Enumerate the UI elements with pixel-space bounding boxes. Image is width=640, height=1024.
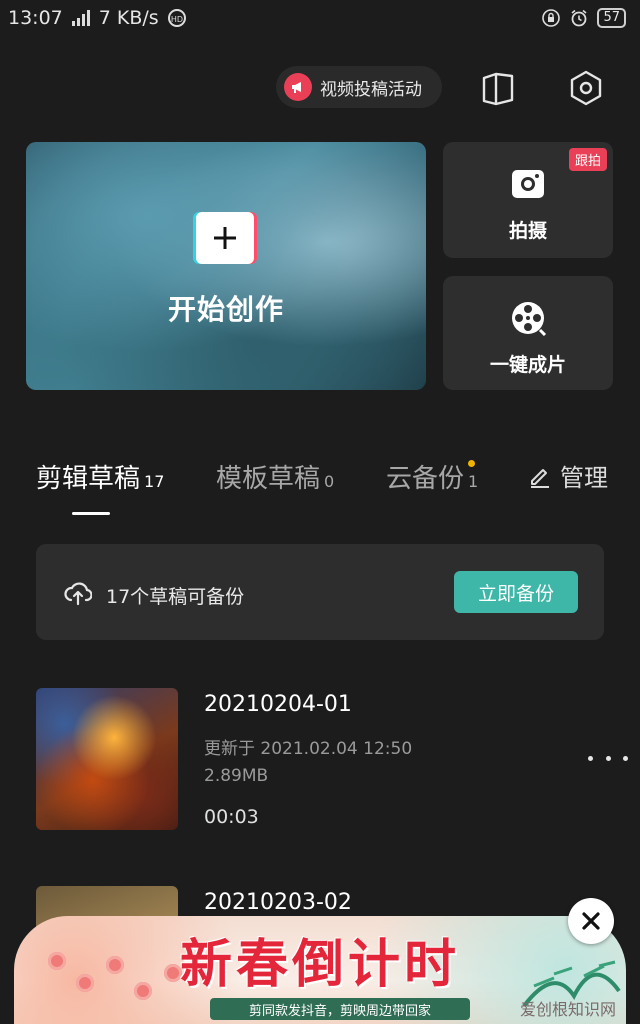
tab-edit-drafts[interactable]: 剪辑草稿 17 <box>36 458 164 495</box>
cloud-backup-notification-dot <box>468 460 475 467</box>
video-submission-chip[interactable]: 视频投稿活动 <box>276 66 442 108</box>
status-bar: 13:07 7 KB/s HD 57 <box>0 0 640 36</box>
shoot-label: 拍摄 <box>508 220 547 242</box>
one-click-video-card[interactable]: 一键成片 <box>443 276 613 390</box>
new-year-countdown-banner[interactable]: 新春倒计时 剪同款发抖音，剪映周边带回家 爱创根知识网 <box>14 916 626 1024</box>
start-creating-label: 开始创作 <box>167 293 284 326</box>
backup-banner: 17个草稿可备份 立即备份 <box>36 544 604 640</box>
tab-count: 17 <box>144 472 165 491</box>
gear-icon <box>570 70 602 106</box>
active-tab-indicator <box>72 512 110 515</box>
promo-title: 新春倒计时 <box>179 935 460 995</box>
tab-label: 模板草稿 <box>216 464 321 494</box>
tab-label: 云备份 <box>386 464 465 494</box>
dot <box>605 755 611 761</box>
plus-icon <box>196 212 254 264</box>
follow-shoot-badge: 跟拍 <box>568 148 607 171</box>
shoot-card[interactable]: 跟拍 拍摄 <box>443 142 613 258</box>
close-icon <box>582 912 600 930</box>
settings-button[interactable] <box>566 68 606 108</box>
draft-updated-time: 更新于 2021.02.04 12:50 <box>204 739 413 759</box>
status-right: 57 <box>541 8 626 28</box>
book-icon <box>482 72 514 106</box>
manage-button[interactable]: 管理 <box>528 458 608 493</box>
watermark: 爱创根知识网 <box>519 1000 616 1019</box>
alarm-icon <box>569 8 589 28</box>
draft-tabs: 剪辑草稿 17 模板草稿 0 云备份 1 管理 <box>36 458 616 518</box>
status-left: 13:07 7 KB/s HD <box>8 7 187 29</box>
dot <box>623 755 628 761</box>
tab-count: 1 <box>468 472 479 491</box>
svg-text:HD: HD <box>171 15 183 24</box>
video-submission-label: 视频投稿活动 <box>320 79 422 100</box>
draft-duration: 00:03 <box>204 806 259 828</box>
film-reel-icon <box>512 302 546 336</box>
tutorial-book-button[interactable] <box>478 68 518 108</box>
battery-indicator: 57 <box>597 8 626 28</box>
tab-count: 0 <box>324 472 335 491</box>
megaphone-icon <box>284 73 312 101</box>
tab-label: 剪辑草稿 <box>36 464 141 494</box>
tab-template-drafts[interactable]: 模板草稿 0 <box>216 458 334 495</box>
one-click-video-label: 一键成片 <box>489 354 566 376</box>
network-speed: 7 KB/s <box>98 7 159 29</box>
camera-icon <box>512 170 544 198</box>
draft-file-size: 2.89MB <box>204 766 269 786</box>
hd-icon: HD <box>167 8 187 28</box>
top-actions: 视频投稿活动 <box>0 66 640 110</box>
backup-count-text: 17个草稿可备份 <box>106 586 245 608</box>
dot <box>588 755 593 761</box>
backup-now-button[interactable]: 立即备份 <box>454 571 578 613</box>
cloud-upload-icon <box>64 582 92 606</box>
lock-icon <box>541 8 561 28</box>
more-options-button[interactable] <box>588 748 628 768</box>
promo-subtitle: 剪同款发抖音，剪映周边带回家 <box>210 998 470 1020</box>
edit-icon <box>531 468 549 488</box>
draft-item[interactable]: 20210204-01 更新于 2021.02.04 12:50 2.89MB … <box>36 688 628 838</box>
close-banner-button[interactable] <box>568 898 614 944</box>
status-time: 13:07 <box>8 7 63 29</box>
signal-icon <box>71 8 91 28</box>
draft-title: 20210204-01 <box>204 692 352 717</box>
manage-label: 管理 <box>560 464 608 492</box>
start-creating-card[interactable]: 开始创作 <box>26 142 426 390</box>
draft-title: 20210203-02 <box>204 890 352 915</box>
tab-cloud-backup[interactable]: 云备份 1 <box>386 458 478 495</box>
draft-thumbnail[interactable] <box>36 688 178 830</box>
